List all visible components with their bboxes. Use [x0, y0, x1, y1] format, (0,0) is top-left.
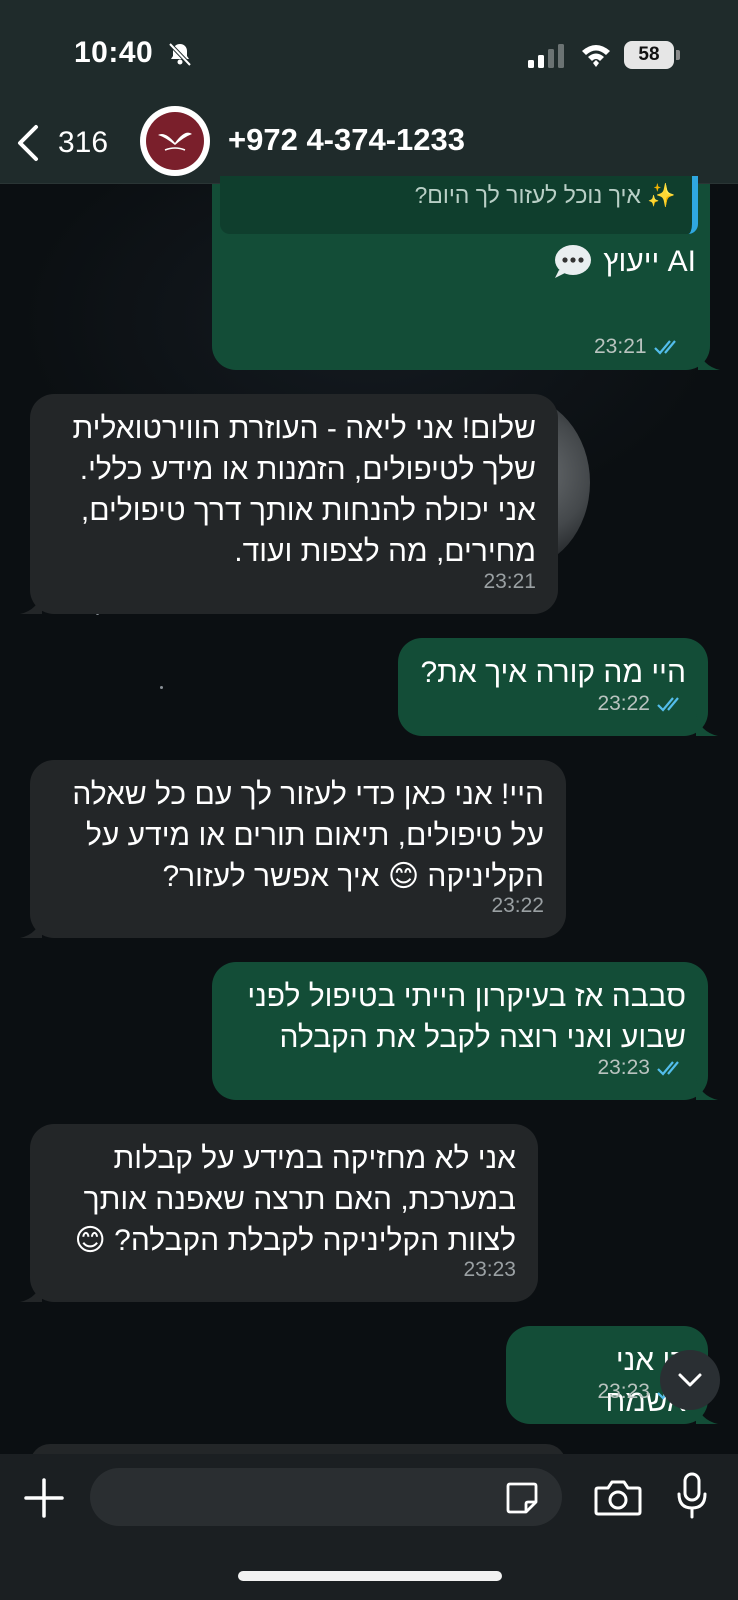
message-meta: 23:23: [597, 1047, 686, 1088]
message-line: שלך לטיפולים, הזמנות או מידע כללי.: [79, 453, 536, 486]
contact-avatar[interactable]: [140, 106, 210, 176]
contact-name[interactable]: +972 4-374-1233: [228, 122, 465, 158]
message-line: אני לא מחזיקה במידע על קבלות: [113, 1142, 516, 1175]
clinic-logo-icon: [146, 112, 204, 170]
message-incoming[interactable]: היי! אני כאן כדי לעזור לך עם כל שאלה על …: [20, 760, 566, 938]
bell-muted-icon: [168, 42, 192, 67]
message-meta: 23:21: [594, 335, 683, 359]
message-line: על טיפולים, תיאום תורים או מידע על: [85, 819, 544, 852]
ai-label-text: ייעוץ AI: [603, 245, 696, 278]
message-incoming[interactable]: אני לא מחזיקה במידע על קבלות במערכת, האם…: [20, 1124, 538, 1302]
ai-consult-label: ייעוץ AI: [553, 244, 696, 280]
message-line: היי! אני כאן כדי לעזור לך עם כל שאלה: [72, 778, 544, 811]
wifi-icon: [582, 45, 610, 67]
message-line: סבבה אז בעיקרון הייתי בטיפול לפני: [247, 980, 686, 1013]
message-line: לצוות הקליניקה לקבלת הקבלה? 😊: [74, 1224, 516, 1257]
chat-header: 10:40 58 316 +972 4-374-1233: [0, 0, 738, 184]
bubble-tail: [696, 714, 718, 736]
message-line: במערכת, האם תרצה שאפנה אותך: [83, 1183, 516, 1216]
double-check-icon: [657, 696, 679, 712]
chevron-down-icon: [678, 1373, 702, 1387]
chevron-left-icon: [18, 125, 38, 161]
microphone-icon[interactable]: [676, 1472, 708, 1520]
message-meta: 23:22: [597, 683, 686, 724]
message-line: אני יכולה להנחות אותך דרך טיפולים,: [80, 494, 536, 527]
message-meta: 23:22: [491, 885, 544, 926]
sticker-icon[interactable]: [504, 1480, 540, 1516]
quoted-message[interactable]: ✨ איך נוכל לעזור לך היום?: [220, 176, 698, 234]
speech-bubble-icon: [555, 245, 592, 278]
message-time: 23:22: [597, 692, 650, 715]
wallpaper-star: [160, 686, 163, 689]
message-time: 23:21: [594, 335, 647, 358]
message-meta: 23:21: [483, 561, 536, 602]
message-outgoing[interactable]: סבבה אז בעיקרון הייתי בטיפול לפני שבוע ו…: [212, 962, 718, 1100]
message-input[interactable]: [90, 1468, 562, 1526]
bubble-tail: [696, 1078, 718, 1100]
back-button[interactable]: 316: [14, 118, 114, 168]
unread-count: 316: [58, 126, 109, 159]
message-time: 23:22: [491, 894, 544, 917]
status-time: 10:40: [74, 36, 154, 69]
message-time: 23:21: [483, 570, 536, 593]
bubble-tail: [20, 1280, 42, 1302]
battery-indicator: 58: [624, 41, 674, 69]
home-indicator: [238, 1571, 502, 1581]
message-line: מחירים, מה לצפות ועוד.: [234, 535, 536, 568]
double-check-icon: [657, 1060, 679, 1076]
double-check-icon: [653, 340, 676, 355]
message-time: 23:23: [597, 1380, 650, 1403]
bubble-tail: [20, 592, 42, 614]
message-outgoing[interactable]: היי מה קורה איך את? 23:22: [398, 638, 718, 736]
composer-bar: [0, 1454, 738, 1600]
message-meta: 23:23: [463, 1249, 516, 1290]
bubble-tail: [698, 348, 720, 370]
camera-icon[interactable]: [594, 1478, 642, 1518]
plus-icon[interactable]: [22, 1476, 66, 1520]
scroll-to-bottom-button[interactable]: [660, 1350, 720, 1410]
message-line: שלום! אני ליאה - העוזרת הווירטואלית: [72, 412, 536, 445]
bubble-tail: [20, 916, 42, 938]
signal-icon: [528, 44, 564, 68]
message-time: 23:23: [463, 1258, 516, 1281]
battery-tip: [676, 50, 680, 60]
message-time: 23:23: [597, 1056, 650, 1079]
message-line: הקליניקה 😊 איך אפשר לעזור?: [162, 860, 544, 893]
message-incoming[interactable]: שלום! אני ליאה - העוזרת הווירטואלית שלך …: [20, 394, 558, 614]
